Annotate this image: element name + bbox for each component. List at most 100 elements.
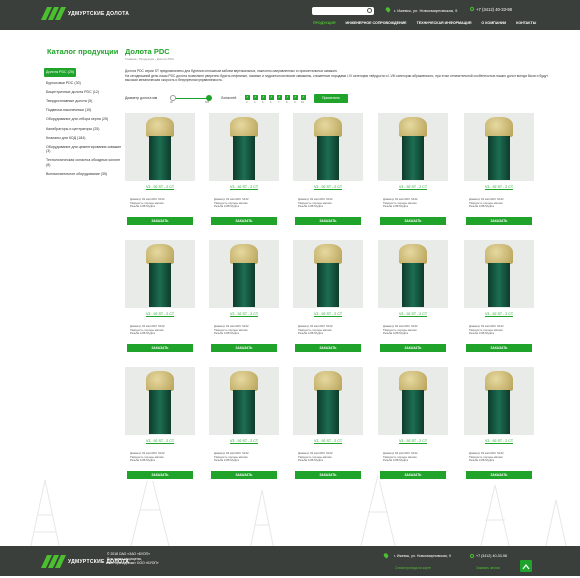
order-button[interactable]: ЗАКАЗАТЬ [211, 344, 277, 352]
product-card: V3 - 92 ST - 2 CT Диаметр 92 мм IADC S13… [209, 240, 279, 354]
nav-contacts[interactable]: КОНТАКТЫ [511, 19, 541, 27]
order-button[interactable]: ЗАКАЗАТЬ [466, 344, 532, 352]
product-image[interactable] [464, 113, 534, 181]
product-image[interactable] [293, 113, 363, 181]
blade-checkbox[interactable]: ✓ [253, 95, 258, 100]
footer-phone[interactable]: +7 (3412) 40-33-98 [476, 554, 507, 558]
product-specs: Диаметр 92 мм IADC S132 Твёрдость породы… [298, 451, 333, 463]
product-image[interactable] [209, 113, 279, 181]
product-image[interactable] [464, 367, 534, 435]
product-image[interactable] [293, 240, 363, 308]
product-image[interactable] [209, 367, 279, 435]
sidebar-item-pdc-bits[interactable]: Долота PDC (25) [44, 67, 77, 77]
blade-checkbox[interactable]: ✓ [261, 95, 266, 100]
product-name-link[interactable]: V3 - 92 ST - 2 CT [293, 185, 363, 189]
blade-checkbox[interactable]: ✓ [285, 95, 290, 100]
product-name-link[interactable]: V3 - 92 ST - 2 CT [209, 312, 279, 316]
product-name-link[interactable]: V3 - 92 ST - 2 CT [464, 312, 534, 316]
product-image[interactable] [293, 367, 363, 435]
logo[interactable]: УДМУРТСКИЕ ДОЛОТА [40, 7, 129, 21]
product-image[interactable] [125, 113, 195, 181]
product-name-link[interactable]: V3 - 92 ST - 2 CT [293, 439, 363, 443]
nav-products[interactable]: ПРОДУКЦИЯ [308, 19, 341, 27]
product-specs: Диаметр 92 мм IADC S132 Твёрдость породы… [130, 324, 165, 336]
order-button[interactable]: ЗАКАЗАТЬ [295, 344, 361, 352]
drill-bit-head [230, 244, 258, 264]
sidebar-item-casing[interactable]: Технологическая оснастка обсадных колонн… [44, 156, 124, 169]
order-button[interactable]: ЗАКАЗАТЬ [295, 217, 361, 225]
map-link[interactable]: Схема проезда на карте [395, 566, 431, 570]
nav-engineering[interactable]: ИНЖЕНЕРНОЕ СОПРОВОЖДЕНИЕ [341, 19, 412, 27]
product-image[interactable] [209, 240, 279, 308]
blade-checkbox[interactable]: ✓ [277, 95, 282, 100]
product-image[interactable] [378, 240, 448, 308]
apply-filter-button[interactable]: Применить [314, 94, 348, 103]
product-image[interactable] [464, 240, 534, 308]
drill-bit-body [402, 263, 424, 307]
product-name-link[interactable]: V3 - 92 ST - 2 CT [209, 185, 279, 189]
nav-about[interactable]: О КОМПАНИИ [476, 19, 511, 27]
sidebar-item-calibrators[interactable]: Калибраторы и центраторы (25) [44, 124, 124, 133]
blade-checkbox[interactable]: ✓ [293, 95, 298, 100]
sidebar-item-bicentric[interactable]: Бицентричные долота PDC (12) [44, 87, 124, 96]
nav-tech-info[interactable]: ТЕХНИЧЕСКАЯ ИНФОРМАЦИЯ [412, 19, 477, 27]
scroll-up-button[interactable] [520, 560, 532, 572]
order-button[interactable]: ЗАКАЗАТЬ [295, 471, 361, 479]
order-button[interactable]: ЗАКАЗАТЬ [127, 344, 193, 352]
sidebar-item-valves[interactable]: Клапаны для КОД (184) [44, 133, 124, 142]
sidebar-item-tips[interactable]: Подвески-наконечники (15) [44, 106, 124, 115]
header-phone[interactable]: +7 (3412) 40-33-98 [476, 7, 512, 12]
callback-link[interactable]: Заказать звонок [476, 566, 500, 570]
sidebar-item-coring[interactable]: Оборудование для отбора керна (25) [44, 115, 124, 124]
sidebar-item-auxiliary[interactable]: Вспомогательное оборудование (35) [44, 169, 124, 178]
blade-value: 7 [278, 101, 280, 104]
product-image[interactable] [125, 240, 195, 308]
drill-bit-head [146, 371, 174, 391]
product-card: V3 - 92 ST - 2 CT Диаметр 92 мм IADC S13… [378, 113, 448, 227]
product-spec-thread: Резьба 3-88 Муфта [130, 204, 155, 209]
product-specs: Диаметр 92 мм IADC S132 Твёрдость породы… [383, 197, 418, 209]
product-name-link[interactable]: V3 - 92 ST - 2 CT [464, 185, 534, 189]
product-image[interactable] [378, 113, 448, 181]
order-button[interactable]: ЗАКАЗАТЬ [380, 344, 446, 352]
order-button[interactable]: ЗАКАЗАТЬ [466, 471, 532, 479]
product-specs: Диаметр 92 мм IADC S132 Твёрдость породы… [214, 451, 249, 463]
product-specs: Диаметр 92 мм IADC S132 Твёрдость породы… [298, 197, 333, 209]
blade-checkbox[interactable]: ✓ [269, 95, 274, 100]
sidebar-item-carbide[interactable]: Твердосплавные долота (5) [44, 96, 124, 105]
product-name-link[interactable]: V3 - 92 ST - 2 CT [293, 312, 363, 316]
search-input[interactable] [312, 7, 374, 15]
order-button[interactable]: ЗАКАЗАТЬ [466, 217, 532, 225]
order-button[interactable]: ЗАКАЗАТЬ [380, 471, 446, 479]
product-name-link[interactable]: V3 - 92 ST - 2 CT [209, 439, 279, 443]
blade-checkbox[interactable]: ✓ [245, 95, 250, 100]
product-image[interactable] [125, 367, 195, 435]
product-name-link[interactable]: V3 - 92 ST - 2 CT [125, 185, 195, 189]
drill-bit-body [317, 263, 339, 307]
search-icon[interactable] [367, 8, 372, 13]
product-name-link[interactable]: V3 - 92 ST - 2 CT [378, 185, 448, 189]
order-button[interactable]: ЗАКАЗАТЬ [211, 217, 277, 225]
breadcrumb[interactable]: Главная › Продукция › Долота PDC [125, 57, 174, 61]
product-card: V3 - 92 ST - 2 CT Диаметр 92 мм IADC S13… [209, 367, 279, 481]
sidebar-item-cementing[interactable]: Оборудование для цементирования скважин … [44, 142, 124, 155]
diameter-slider-track[interactable] [172, 98, 208, 99]
blade-value: 5 [262, 101, 264, 104]
order-button[interactable]: ЗАКАЗАТЬ [380, 217, 446, 225]
product-name-link[interactable]: V3 - 92 ST - 2 CT [378, 439, 448, 443]
product-image[interactable] [378, 367, 448, 435]
product-name-link[interactable]: V3 - 92 ST - 2 CT [125, 439, 195, 443]
diameter-filter-label: Диаметр долота мм [125, 96, 158, 100]
sidebar-item-pdc-core-heads[interactable]: Бурголовки PDC (30) [44, 78, 124, 87]
blade-checkbox[interactable]: ✓ [301, 95, 306, 100]
product-specs: Диаметр 92 мм IADC S132 Твёрдость породы… [298, 324, 333, 336]
order-button[interactable]: ЗАКАЗАТЬ [127, 471, 193, 479]
product-card: V3 - 92 ST - 2 CT Диаметр 92 мм IADC S13… [464, 113, 534, 227]
product-name-link[interactable]: V3 - 92 ST - 2 CT [378, 312, 448, 316]
order-button[interactable]: ЗАКАЗАТЬ [211, 471, 277, 479]
order-button[interactable]: ЗАКАЗАТЬ [127, 217, 193, 225]
product-name-link[interactable]: V3 - 92 ST - 2 CT [125, 312, 195, 316]
logo-icon [40, 555, 67, 569]
product-specs: Диаметр 92 мм IADC S132 Твёрдость породы… [130, 451, 165, 463]
product-name-link[interactable]: V3 - 92 ST - 2 CT [464, 439, 534, 443]
